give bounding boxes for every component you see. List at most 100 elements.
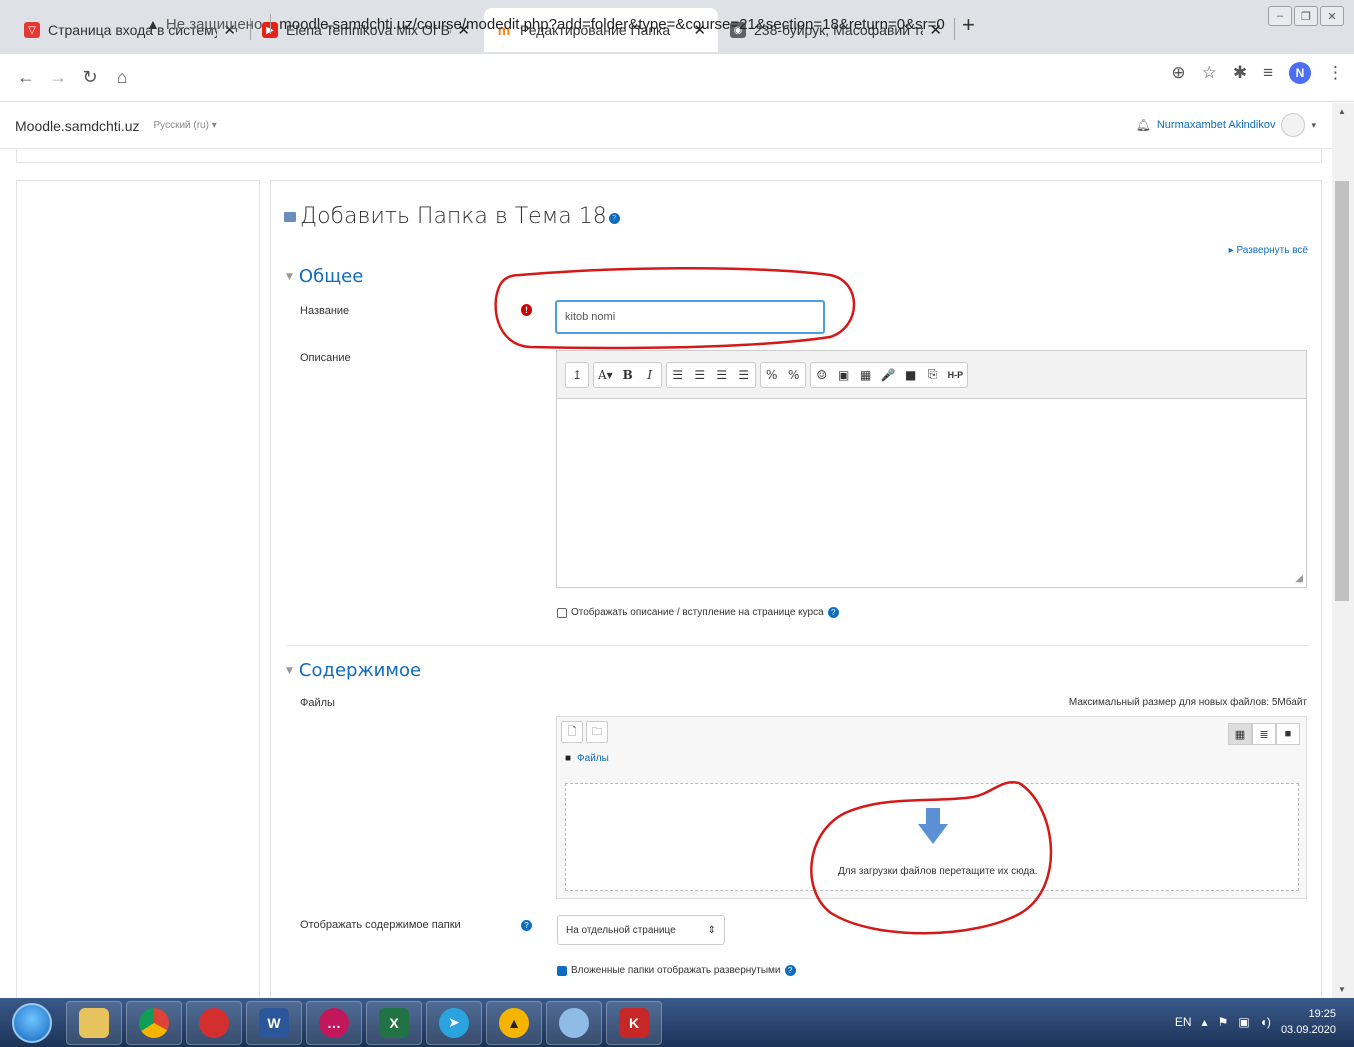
taskbar-explorer[interactable] xyxy=(66,1000,122,1045)
extensions-icon[interactable]: ✱ xyxy=(1233,63,1247,83)
chevron-down-icon[interactable]: ▾ xyxy=(1311,120,1316,131)
manage-files-button[interactable]: ⎘ xyxy=(922,367,944,382)
download-arrow-icon xyxy=(918,808,948,844)
emoji-button[interactable]: ☺ xyxy=(811,368,833,382)
avatar[interactable] xyxy=(1281,113,1306,137)
taskbar-paint[interactable] xyxy=(546,1000,602,1045)
media-button[interactable]: ▦ xyxy=(855,368,877,382)
record-audio-button[interactable]: 🎤 xyxy=(877,368,900,382)
bell-icon[interactable]: 🔔︎ xyxy=(1136,118,1151,132)
back-icon[interactable]: ← xyxy=(10,67,42,88)
help-icon[interactable]: ? xyxy=(827,607,839,618)
file-drop-zone[interactable]: Для загрузки файлов перетащите их сюда. xyxy=(565,783,1299,891)
collapse-icon[interactable]: ▼ xyxy=(286,666,293,676)
file-manager: 🗋︎ 🗀︎ ▦ ≣ ■ ■ Файлы Для загрузки файлов … xyxy=(556,716,1307,899)
page-title: Добавить Папка в Тема 18 ? xyxy=(284,204,620,229)
section-general-title[interactable]: Общее xyxy=(299,266,363,287)
scroll-down-icon[interactable]: ▼ xyxy=(1338,985,1346,994)
subfolders-checkbox[interactable] xyxy=(557,965,567,976)
chrome-icon xyxy=(139,1007,169,1038)
h5p-button[interactable]: H-P xyxy=(944,370,968,380)
show-description-checkbox[interactable] xyxy=(557,607,567,618)
maximize-icon[interactable]: ❐ xyxy=(1294,6,1318,26)
taskbar-word[interactable]: W xyxy=(246,1000,302,1045)
star-icon[interactable]: ☆ xyxy=(1202,63,1217,83)
taskbar-telegram[interactable]: ➤ xyxy=(426,1000,482,1045)
scroll-up-icon[interactable]: ▲ xyxy=(1338,107,1346,116)
url-text: moodle.samdchti.uz/course/modedit.php?ad… xyxy=(279,15,945,33)
taskbar-chrome[interactable] xyxy=(126,1000,182,1045)
show-description-label[interactable]: Отображать описание / вступление на стра… xyxy=(571,607,824,618)
language-indicator[interactable]: EN xyxy=(1175,1015,1192,1029)
bold-button[interactable]: B xyxy=(617,368,639,382)
description-label: Описание xyxy=(300,352,351,364)
toolbar-toggle-button[interactable]: ↥ xyxy=(566,368,588,382)
expand-all-text[interactable]: Развернуть всё xyxy=(1236,245,1308,256)
name-input[interactable]: kitob nomi xyxy=(555,300,825,334)
excel-icon: X xyxy=(379,1007,409,1038)
user-menu[interactable]: 🔔︎ Nurmaxambet Akindikov ▾ xyxy=(1136,113,1316,137)
tree-view-icon[interactable]: ■ xyxy=(1276,723,1300,745)
unordered-list-button[interactable]: ☰ xyxy=(667,368,689,382)
scrollbar-thumb[interactable] xyxy=(1335,181,1349,601)
unlink-button[interactable]: % xyxy=(783,368,805,382)
taskbar-ccleaner[interactable] xyxy=(186,1000,242,1045)
grid-view-icon[interactable]: ▦ xyxy=(1228,723,1252,745)
playlist-icon[interactable]: ≡ xyxy=(1263,63,1273,83)
outdent-button[interactable]: ☰ xyxy=(711,368,733,382)
minimize-icon[interactable]: – xyxy=(1268,6,1292,26)
add-file-icon[interactable]: 🗋︎ xyxy=(561,721,583,743)
language-menu[interactable]: Русский (ru) ▾ xyxy=(154,120,217,131)
user-name[interactable]: Nurmaxambet Akindikov xyxy=(1157,119,1276,131)
tray-expand-icon[interactable]: ▴ xyxy=(1202,1015,1208,1029)
clock-time: 19:25 xyxy=(1308,1008,1336,1020)
toolbar-group: ↥ xyxy=(565,361,589,388)
start-button[interactable] xyxy=(12,1002,52,1043)
section-content-title[interactable]: Содержимое xyxy=(299,660,421,681)
record-video-button[interactable]: ■ xyxy=(900,368,922,382)
clock[interactable]: 19:25 03.09.2020 xyxy=(1281,1006,1336,1038)
collapse-icon[interactable]: ▼ xyxy=(286,272,293,282)
folder-icon xyxy=(284,211,296,222)
link-button[interactable]: % xyxy=(761,368,783,382)
taskbar-chat[interactable]: … xyxy=(306,1000,362,1045)
create-folder-icon[interactable]: 🗀︎ xyxy=(586,721,608,743)
reload-icon[interactable]: ↻ xyxy=(74,67,106,88)
description-editor[interactable]: ↥ A▾ B I ☰ ☰ ☰ ☰ % % ☺ ▣ ▦ 🎤 ■ ⎘ H-P ◢ xyxy=(556,350,1307,588)
help-icon[interactable]: ? xyxy=(784,965,796,976)
profile-avatar[interactable]: N xyxy=(1289,62,1311,84)
folder-icon xyxy=(79,1007,109,1038)
breadcrumb-root[interactable]: Файлы xyxy=(577,753,609,764)
subfolders-label[interactable]: Вложенные папки отображать развернутыми xyxy=(571,965,781,976)
view-switcher: ▦ ≣ ■ xyxy=(1228,723,1300,745)
editor-toolbar: ↥ A▾ B I ☰ ☰ ☰ ☰ % % ☺ ▣ ▦ 🎤 ■ ⎘ H-P xyxy=(557,351,1306,399)
site-brand[interactable]: Moodle.samdchti.uz xyxy=(15,118,140,134)
section-content-header[interactable]: ▼ Содержимое xyxy=(286,660,421,681)
omnibox[interactable]: ▲ Не защищено moodle.samdchti.uz/course/… xyxy=(146,8,1136,40)
close-window-icon[interactable]: ✕ xyxy=(1320,6,1344,26)
section-general-header[interactable]: ▼ Общее xyxy=(286,266,363,287)
home-icon[interactable]: ⌂ xyxy=(106,67,138,88)
ordered-list-button[interactable]: ☰ xyxy=(689,368,711,382)
help-icon[interactable]: ? xyxy=(521,920,532,931)
network-icon[interactable]: ▣ xyxy=(1238,1015,1249,1029)
volume-icon[interactable]: ◖) xyxy=(1260,1015,1271,1029)
forward-icon[interactable]: → xyxy=(42,67,74,88)
image-button[interactable]: ▣ xyxy=(833,368,855,382)
paragraph-style-button[interactable]: A▾ xyxy=(594,368,617,382)
italic-button[interactable]: I xyxy=(639,368,661,382)
required-icon: ! xyxy=(521,304,532,316)
resize-handle-icon[interactable]: ◢ xyxy=(1295,573,1303,584)
display-select[interactable]: На отдельной странице ⇕ xyxy=(557,915,725,945)
taskbar-autocad[interactable]: ▲ xyxy=(486,1000,542,1045)
menu-icon[interactable]: ⋮ xyxy=(1327,63,1344,83)
taskbar-excel[interactable]: X xyxy=(366,1000,422,1045)
indent-button[interactable]: ☰ xyxy=(733,368,755,382)
help-icon[interactable]: ? xyxy=(608,213,620,224)
list-view-icon[interactable]: ≣ xyxy=(1252,723,1276,745)
taskbar-pdf[interactable]: K xyxy=(606,1000,662,1045)
flag-icon[interactable]: ⚑ xyxy=(1218,1015,1229,1029)
expand-all-link[interactable]: ▸ Развернуть всё xyxy=(1229,245,1308,256)
zoom-icon[interactable]: ⊕ xyxy=(1171,63,1185,83)
page-scrollbar[interactable]: ▲ ▼ xyxy=(1332,103,1354,998)
